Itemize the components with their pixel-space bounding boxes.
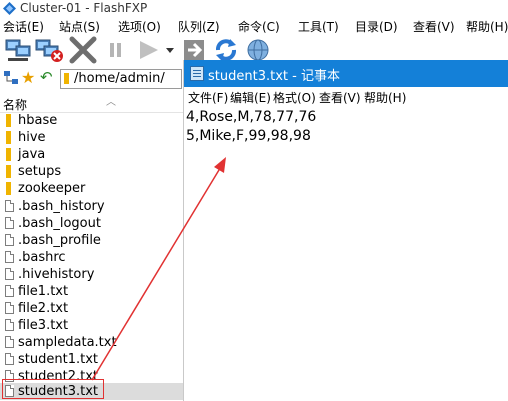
notepad-menu-help[interactable]: 帮助(H)	[364, 89, 406, 106]
list-item[interactable]: .bash_logout	[0, 215, 183, 232]
notepad-menu-format[interactable]: 格式(O)	[273, 89, 316, 106]
file-icon	[5, 251, 14, 263]
menu-bar: 会话(E) 站点(S) 选项(O) 队列(Z) 命令(C) 工具(T) 目录(D…	[0, 17, 508, 36]
menu-commands[interactable]: 命令(C)	[238, 18, 280, 35]
list-item[interactable]: hive	[0, 129, 183, 146]
abort-icon[interactable]	[68, 36, 98, 64]
file-icon	[5, 200, 14, 212]
menu-queue[interactable]: 队列(Z)	[178, 18, 220, 35]
notepad-window: student3.txt - 记事本 文件(F) 编辑(E) 格式(O) 查看(…	[183, 60, 508, 401]
column-header[interactable]: 名称 ︿	[0, 95, 183, 113]
connect-icon[interactable]	[4, 36, 32, 64]
back-arrow-icon[interactable]: ↶	[40, 68, 53, 86]
notepad-title-bar[interactable]: student3.txt - 记事本	[184, 60, 508, 87]
list-item[interactable]: file3.txt	[0, 317, 183, 334]
folder-icon	[6, 114, 11, 127]
notepad-menu-view[interactable]: 查看(V)	[319, 89, 361, 106]
list-item[interactable]: file1.txt	[0, 283, 183, 300]
list-item[interactable]: hbase	[0, 112, 183, 129]
flashfxp-logo-icon	[3, 2, 16, 15]
file-icon	[5, 353, 14, 365]
path-bar: ★ ↶ /home/admin/	[0, 66, 183, 90]
path-input[interactable]: /home/admin/	[60, 69, 182, 89]
menu-sites[interactable]: 站点(S)	[59, 18, 100, 35]
folder-icon	[6, 182, 11, 195]
menu-view[interactable]: 查看(V)	[413, 18, 455, 35]
list-item[interactable]: zookeeper	[0, 180, 183, 197]
menu-directory[interactable]: 目录(D)	[355, 18, 398, 35]
list-item[interactable]: setups	[0, 163, 183, 180]
folder-icon	[64, 73, 69, 84]
file-icon	[5, 302, 14, 314]
list-item[interactable]: file2.txt	[0, 300, 183, 317]
file-icon	[5, 268, 14, 280]
play-icon[interactable]	[134, 36, 164, 64]
menu-tools[interactable]: 工具(T)	[298, 18, 339, 35]
notepad-title: student3.txt - 记事本	[208, 69, 340, 84]
list-item[interactable]: sampledata.txt	[0, 334, 183, 351]
title-bar: Cluster-01 - FlashFXP	[0, 0, 508, 17]
text-line: 4,Rose,M,78,77,76	[186, 109, 317, 125]
file-icon	[5, 285, 14, 297]
window-title: Cluster-01 - FlashFXP	[20, 1, 148, 15]
file-icon	[5, 234, 14, 246]
file-list: hbase hive java setups zookeeper .bash_h…	[0, 112, 183, 401]
menu-session[interactable]: 会话(E)	[3, 18, 44, 35]
play-dropdown-icon[interactable]	[164, 36, 176, 64]
file-icon	[5, 217, 14, 229]
notepad-menu-edit[interactable]: 编辑(E)	[230, 89, 271, 106]
folder-icon	[6, 165, 11, 178]
list-item[interactable]: student1.txt	[0, 351, 183, 368]
disconnect-icon[interactable]	[34, 36, 64, 64]
file-icon	[5, 319, 14, 331]
folder-icon	[6, 131, 11, 144]
column-name-label: 名称	[3, 98, 28, 112]
text-line: 5,Mike,F,99,98,98	[186, 128, 311, 144]
notepad-text-area[interactable]: 4,Rose,M,78,77,76 5,Mike,F,99,98,98	[186, 108, 316, 146]
sort-up-icon: ︿	[106, 97, 116, 108]
list-item[interactable]: .bashrc	[0, 249, 183, 266]
notepad-menu-bar: 文件(F) 编辑(E) 格式(O) 查看(V) 帮助(H)	[184, 87, 508, 106]
folder-icon	[6, 148, 11, 161]
menu-help[interactable]: 帮助(H)	[466, 18, 508, 35]
list-item[interactable]: .bash_profile	[0, 232, 183, 249]
tree-view-icon[interactable]	[3, 70, 19, 86]
notepad-menu-file[interactable]: 文件(F)	[188, 89, 228, 106]
list-item[interactable]: .bash_history	[0, 198, 183, 215]
list-item[interactable]: .hivehistory	[0, 266, 183, 283]
favorites-star-icon[interactable]: ★	[21, 68, 35, 87]
path-text: /home/admin/	[74, 71, 165, 86]
notepad-icon	[190, 66, 204, 81]
menu-options[interactable]: 选项(O)	[118, 18, 161, 35]
file-icon	[5, 336, 14, 348]
list-item[interactable]: java	[0, 146, 183, 163]
highlight-box	[2, 379, 104, 399]
pause-icon[interactable]	[106, 36, 126, 64]
